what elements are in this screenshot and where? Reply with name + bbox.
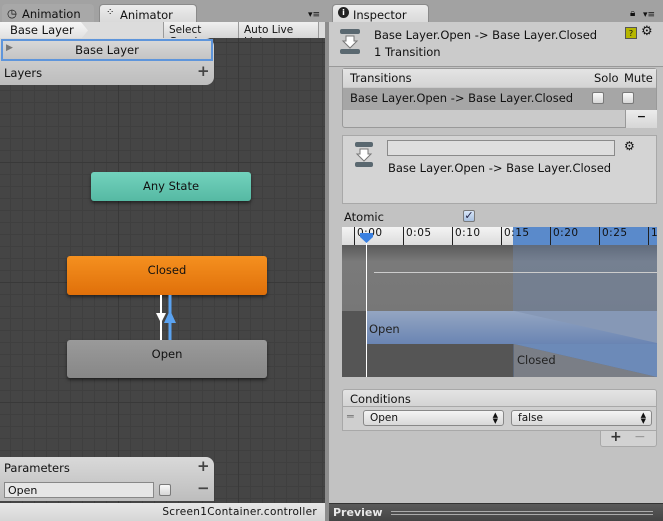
gear-icon[interactable]: ⚙ [641, 24, 653, 39]
blend-shape [514, 311, 657, 377]
updown-icon: ▲ ▼ [640, 411, 646, 425]
parameter-name-field[interactable]: Open [4, 482, 154, 498]
help-icon[interactable]: ? [625, 27, 637, 39]
updown-icon: ▲ ▼ [492, 411, 498, 425]
parameter-bool-checkbox[interactable] [159, 484, 171, 496]
transitions-header: Transitions Solo Mute [343, 69, 656, 87]
parameters-header: Parameters [4, 461, 70, 475]
inspector-header: Base Layer.Open -> Base Layer.Closed 1 T… [329, 22, 663, 67]
tick-label: 0:15 [501, 227, 530, 245]
destination-state-label: Closed [517, 353, 556, 367]
status-bar: Screen1Container.controller [0, 503, 325, 521]
source-state-label: Open [369, 322, 400, 336]
transitions-list: Transitions Solo Mute Base Layer.Open ->… [342, 68, 657, 128]
layers-header: Layers [4, 66, 43, 80]
remove-parameter-button[interactable]: − [197, 479, 210, 497]
add-condition-button[interactable]: + [610, 429, 622, 445]
menu-icon[interactable]: ▾≡ [308, 10, 320, 20]
menu-icon[interactable]: ▾≡ [643, 10, 655, 20]
remove-condition-button[interactable]: − [634, 429, 646, 445]
atomic-checkbox[interactable]: ✓ [463, 210, 475, 222]
arrow-up-icon [164, 310, 176, 323]
state-closed[interactable]: Closed [67, 256, 267, 295]
mute-checkbox[interactable] [622, 92, 634, 104]
gear-icon[interactable]: ⚙ [624, 139, 635, 153]
drag-handle[interactable] [391, 511, 653, 515]
preview-label: Preview [333, 506, 383, 519]
curve-line [374, 272, 657, 273]
drag-handle-icon[interactable]: ═ [347, 410, 354, 423]
transition-settings: ⚙ Base Layer.Open -> Base Layer.Closed [342, 135, 657, 204]
conditions-header: Conditions [342, 389, 657, 407]
inspector-title: Base Layer.Open -> Base Layer.Closed [374, 28, 598, 42]
transition-icon [340, 29, 360, 54]
tab-animation[interactable]: ◷ Animation [2, 4, 94, 23]
transition-arrows[interactable] [150, 295, 180, 341]
tick-label: 0:25 [599, 227, 628, 245]
arrow-down-icon [156, 313, 166, 323]
transition-row[interactable]: Base Layer.Open -> Base Layer.Closed [343, 88, 656, 110]
add-parameter-button[interactable]: + [197, 457, 210, 475]
tick-label: 0:20 [550, 227, 579, 245]
transition-timeline[interactable]: 0:00 0:05 0:10 0:15 0:20 0:25 1 Open Clo… [342, 227, 657, 377]
parameters-panel: Parameters + Open − [0, 457, 214, 501]
transition-range[interactable] [513, 227, 657, 245]
layer-item-base-layer[interactable]: ▶ Base Layer [1, 39, 213, 61]
auto-live-link-button[interactable]: Auto Live Link [238, 22, 319, 48]
lock-icon[interactable]: 🔒︎ [630, 8, 635, 19]
expand-triangle-icon[interactable]: ▶ [6, 43, 13, 53]
condition-row: ═ Open ▲ ▼ false ▲ ▼ [342, 407, 657, 431]
state-any-state[interactable]: Any State [91, 172, 251, 201]
info-icon: i [338, 7, 349, 18]
condition-buttons: + − [600, 429, 657, 447]
conditions-list: Conditions ═ Open ▲ ▼ false ▲ ▼ + − [342, 389, 657, 447]
atomic-label: Atomic [344, 210, 384, 224]
condition-parameter-dropdown[interactable]: Open ▲ ▼ [363, 410, 504, 426]
state-open[interactable]: Open [67, 340, 267, 378]
tab-animator[interactable]: ⁘ Animator [99, 4, 197, 23]
tick-label: 0:10 [452, 227, 481, 245]
transition-icon [355, 142, 373, 167]
preview-bar[interactable]: Preview [329, 503, 663, 521]
remove-transition-button[interactable]: − [625, 110, 657, 128]
inspector-subtitle: 1 Transition [374, 45, 441, 59]
add-layer-button[interactable]: + [197, 62, 210, 80]
select-graph-button[interactable]: Select Graph [163, 22, 238, 48]
breadcrumb[interactable]: Base Layer [0, 22, 88, 39]
transition-name-field[interactable] [387, 140, 615, 156]
clock-icon: ◷ [7, 6, 18, 20]
tick-label: 0:05 [403, 227, 432, 245]
playhead-line [366, 235, 367, 377]
transition-label: Base Layer.Open -> Base Layer.Closed [388, 161, 612, 175]
layers-panel: ▶ Base Layer Layers + [0, 38, 214, 85]
tick-label: 1 [648, 227, 657, 245]
animator-icon: ⁘ [106, 7, 115, 18]
condition-value-dropdown[interactable]: false ▲ ▼ [511, 410, 652, 426]
tab-inspector[interactable]: i Inspector [332, 4, 429, 23]
solo-checkbox[interactable] [592, 92, 604, 104]
